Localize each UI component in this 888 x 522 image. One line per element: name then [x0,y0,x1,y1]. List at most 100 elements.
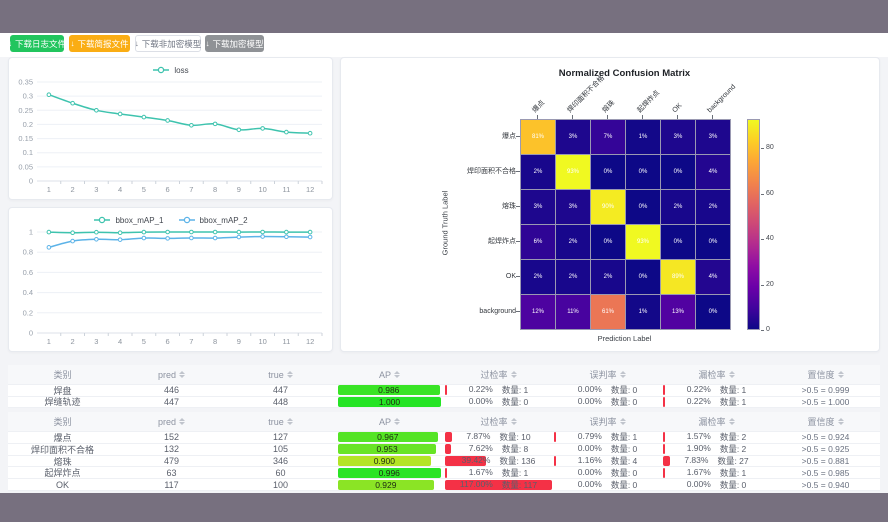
sort-caret-icon[interactable] [620,418,626,425]
column-header-conf[interactable]: 置信度 [771,412,880,431]
column-header-over[interactable]: 过检率 [444,412,553,431]
rate-count: 数量: 0 [611,479,637,490]
matrix-tick [516,241,520,242]
matrix-row-label: 爆点 [424,119,516,154]
column-header-miss[interactable]: 漏检率 [662,412,771,431]
matrix-row-label: 起焊炸点 [424,224,516,259]
sort-caret-icon[interactable] [511,371,517,378]
legend-label: loss [174,66,188,75]
colorbar-tick-label: 60 [766,190,774,197]
column-header-conf[interactable]: 置信度 [771,365,880,384]
colorbar-tick-label: 40 [766,235,774,242]
cell-ap: 0.967 [335,432,444,443]
download-encrypted-model-button[interactable]: ↓下载加密模型 [205,35,264,52]
cell-over: 1.67%数量: 1 [444,467,553,478]
ap-bar: 0.967 [338,432,438,442]
rate-count: 数量: 0 [611,467,637,478]
matrix-row-label: OK [424,259,516,294]
svg-text:1: 1 [47,185,51,194]
download-brief-button[interactable]: ↓下载简报文件 [69,35,130,52]
sort-caret-icon[interactable] [838,418,844,425]
cell-over: 39.42%数量: 136 [444,456,553,467]
cell-pred: 479 [117,456,226,467]
cell-miss: 1.67%数量: 1 [662,467,771,478]
cell-category: OK [8,479,117,490]
svg-text:1: 1 [47,337,51,346]
column-header-true[interactable]: true [226,412,335,431]
matrix-tick [516,276,520,277]
rate-percent: 7.87% [466,432,490,443]
download-unencrypted-model-button[interactable]: ↓下载非加密模型 [135,35,201,52]
colorbar-tick [761,330,764,331]
svg-text:0: 0 [29,329,33,338]
column-header-pred[interactable]: pred [117,412,226,431]
rate-percent: 0.00% [578,479,602,490]
cell-conf: >0.5 = 0.881 [771,456,880,467]
cell-text: 127 [273,432,288,442]
svg-text:0.2: 0.2 [23,308,33,317]
button-label: 下载加密模型 [213,38,264,50]
svg-text:0.1: 0.1 [23,148,33,157]
legend-label: bbox_mAP_2 [200,216,248,225]
matrix-cell: 0% [626,155,660,189]
sort-caret-icon[interactable] [838,371,844,378]
ap-bar: 0.900 [338,456,431,466]
button-label: 下载非加密模型 [142,38,202,50]
column-header-mis[interactable]: 误判率 [553,412,662,431]
sort-caret-icon[interactable] [729,418,735,425]
legend-item-bbox_mAP_1[interactable]: bbox_mAP_1 [93,216,163,225]
svg-text:5: 5 [142,185,146,194]
column-header-true[interactable]: true [226,365,335,384]
legend-label: bbox_mAP_1 [115,216,163,225]
legend-item-bbox_mAP_2[interactable]: bbox_mAP_2 [178,216,248,225]
matrix-cell: 2% [521,155,555,189]
sort-caret-icon[interactable] [394,418,400,425]
rate-bar [663,456,670,466]
column-header-label: AP [379,417,391,427]
matrix-cell: 12% [521,295,555,329]
column-header-label: 过检率 [480,415,507,428]
column-header-ap[interactable]: AP [335,412,444,431]
sort-caret-icon[interactable] [620,371,626,378]
matrix-tick [642,115,643,119]
legend-item-loss[interactable]: loss [152,66,188,75]
sort-caret-icon[interactable] [179,371,185,378]
cell-mis: 0.00% 数量: 0 [553,479,662,490]
column-header-label: 漏检率 [698,415,725,428]
matrix-cell: 3% [521,190,555,224]
column-header-miss[interactable]: 漏检率 [662,365,771,384]
download-log-button[interactable]: ↓下载日志文件 [10,35,64,52]
matrix-tick [537,115,538,119]
sort-caret-icon[interactable] [287,418,293,425]
column-header-over[interactable]: 过检率 [444,365,553,384]
svg-text:0.8: 0.8 [23,248,33,257]
sort-caret-icon[interactable] [729,371,735,378]
sort-caret-icon[interactable] [394,371,400,378]
svg-text:0.15: 0.15 [18,134,33,143]
cell-over: 0.00%数量: 0 [444,397,553,408]
column-header-ap[interactable]: AP [335,365,444,384]
matrix-cell: 2% [696,190,730,224]
rate-count: 数量: 117 [502,479,537,490]
matrix-cell: 7% [591,120,625,154]
rate-bar [445,444,451,454]
rate-percent: 39.42% [462,456,491,467]
ap-bar: 0.996 [338,468,441,478]
matrix-cell: 89% [661,260,695,294]
matrix-cell: 0% [626,260,660,294]
sort-caret-icon[interactable] [179,418,185,425]
cell-ap: 0.953 [335,444,444,455]
rate-percent: 1.67% [469,467,493,478]
table-row: OK1171000.929117.00%数量: 1170.00%数量: 00.0… [8,479,880,491]
column-header-mis[interactable]: 误判率 [553,365,662,384]
sort-caret-icon[interactable] [287,371,293,378]
column-header-pred[interactable]: pred [117,365,226,384]
matrix-cell: 2% [591,260,625,294]
matrix-cell: 1% [626,295,660,329]
column-header-label: true [268,417,284,427]
button-label: 下载简报文件 [77,38,128,50]
sort-caret-icon[interactable] [511,418,517,425]
svg-text:12: 12 [306,337,314,346]
cell-text: 63 [166,468,176,478]
cell-conf: >0.5 = 0.924 [771,432,880,443]
